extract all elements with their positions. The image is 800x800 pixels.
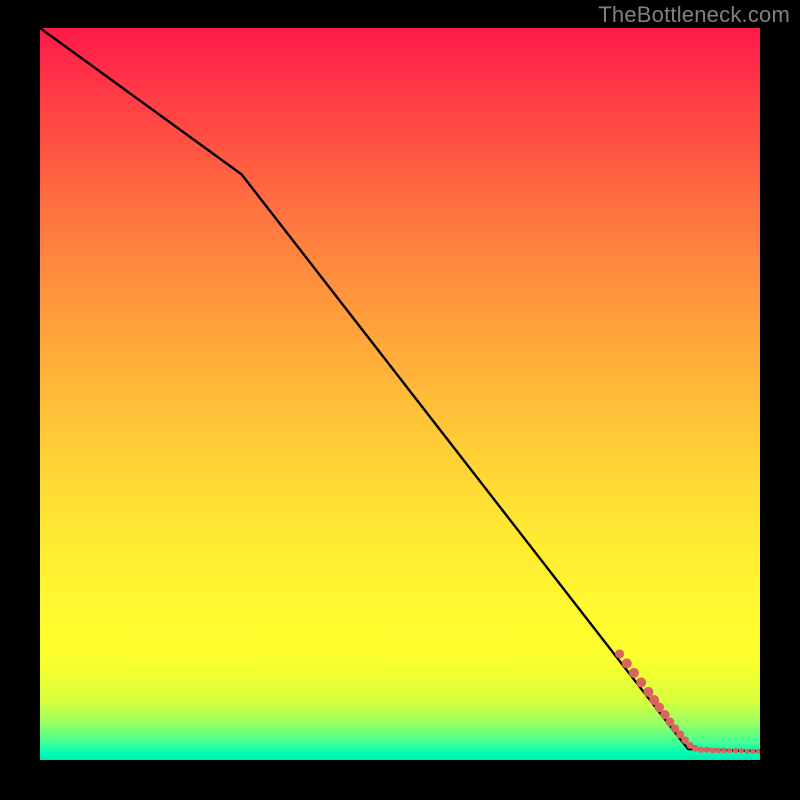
- data-marker: [715, 748, 721, 754]
- marker-group: [615, 649, 760, 753]
- watermark-text: TheBottleneck.com: [598, 2, 790, 28]
- data-marker: [709, 747, 715, 753]
- data-marker: [750, 749, 755, 754]
- plot-svg: [40, 28, 760, 760]
- data-marker: [654, 703, 664, 713]
- data-marker: [660, 710, 669, 719]
- data-marker: [643, 687, 653, 697]
- data-marker: [721, 748, 727, 754]
- line-curve: [40, 28, 760, 751]
- data-marker: [744, 749, 749, 754]
- data-marker: [615, 649, 624, 658]
- data-marker: [727, 748, 732, 753]
- data-marker: [692, 745, 699, 752]
- data-marker: [704, 747, 710, 753]
- data-marker: [629, 668, 639, 678]
- data-marker: [739, 748, 744, 753]
- plot-area: [40, 28, 760, 760]
- data-marker: [636, 677, 646, 687]
- data-marker: [622, 658, 632, 668]
- data-marker: [698, 747, 704, 753]
- data-marker: [733, 748, 738, 753]
- data-marker: [756, 749, 760, 754]
- chart-frame: TheBottleneck.com: [0, 0, 800, 800]
